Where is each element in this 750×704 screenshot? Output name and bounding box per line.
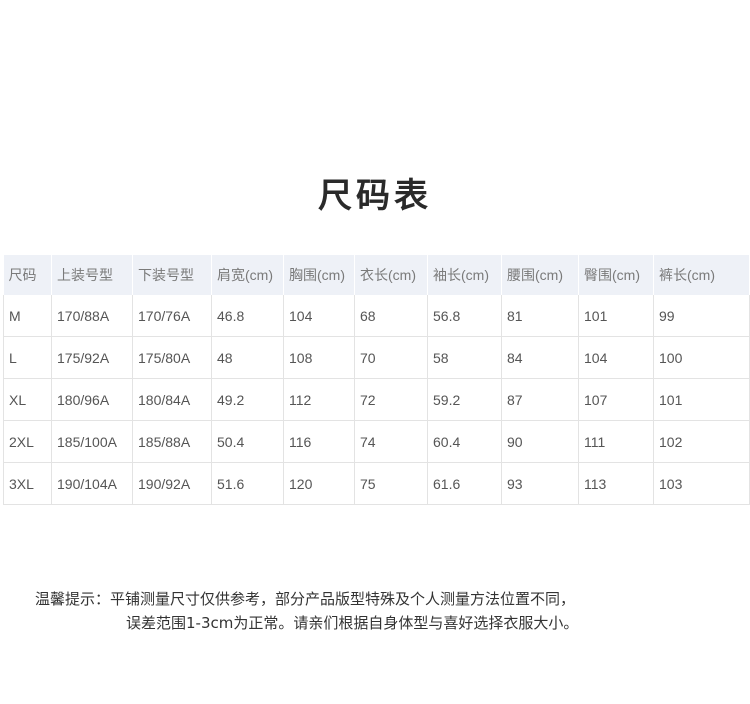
table-cell: 60.4: [427, 420, 502, 463]
table-cell: 101: [653, 378, 750, 421]
table-cell: 185/100A: [51, 420, 133, 463]
table-cell: 68: [354, 295, 428, 337]
header-top-size: 上装号型: [51, 255, 133, 295]
table-cell: 170/76A: [132, 295, 212, 337]
table-cell: 51.6: [211, 462, 284, 505]
table-cell: 90: [501, 420, 579, 463]
table-cell: 180/96A: [51, 378, 133, 421]
table-cell: 190/104A: [51, 462, 133, 505]
size-table: 尺码 上装号型 下装号型 肩宽(cm) 胸围(cm) 衣长(cm) 袖长(cm)…: [3, 255, 750, 505]
table-cell: 56.8: [427, 295, 502, 337]
table-cell: 104: [283, 295, 355, 337]
table-cell: 49.2: [211, 378, 284, 421]
table-cell: 102: [653, 420, 750, 463]
table-header-row: 尺码 上装号型 下装号型 肩宽(cm) 胸围(cm) 衣长(cm) 袖长(cm)…: [3, 255, 750, 295]
page-title: 尺码表: [318, 176, 432, 216]
table-cell: 108: [283, 336, 355, 379]
table-cell: 190/92A: [132, 462, 212, 505]
header-waist: 腰围(cm): [501, 255, 579, 295]
table-cell: 175/92A: [51, 336, 133, 379]
note-line-2: 误差范围1-3cm为正常。请亲们根据自身体型与喜好选择衣服大小。: [126, 614, 579, 632]
table-row: M 170/88A 170/76A 46.8 104 68 56.8 81 10…: [3, 295, 750, 337]
table-cell: 46.8: [211, 295, 284, 337]
table-cell: 113: [578, 462, 654, 505]
table-cell: 48: [211, 336, 284, 379]
table-cell: 180/84A: [132, 378, 212, 421]
table-cell: 72: [354, 378, 428, 421]
note-line-1: 温馨提示：平铺测量尺寸仅供参考，部分产品版型特殊及个人测量方法位置不同，: [35, 590, 576, 608]
table-row: L 175/92A 175/80A 48 108 70 58 84 104 10…: [3, 336, 750, 379]
header-size: 尺码: [3, 255, 52, 295]
table-cell: 170/88A: [51, 295, 133, 337]
header-bottom-size: 下装号型: [132, 255, 212, 295]
header-chest: 胸围(cm): [283, 255, 355, 295]
table-cell: 74: [354, 420, 428, 463]
table-cell: 58: [427, 336, 502, 379]
table-row: 2XL 185/100A 185/88A 50.4 116 74 60.4 90…: [3, 420, 750, 463]
header-length: 衣长(cm): [354, 255, 428, 295]
table-cell: 99: [653, 295, 750, 337]
table-cell: XL: [3, 378, 52, 421]
table-cell: 93: [501, 462, 579, 505]
table-cell: 185/88A: [132, 420, 212, 463]
table-cell: 61.6: [427, 462, 502, 505]
table-cell: 100: [653, 336, 750, 379]
table-cell: 116: [283, 420, 355, 463]
table-cell: 70: [354, 336, 428, 379]
header-hip: 臀围(cm): [578, 255, 654, 295]
table-cell: 120: [283, 462, 355, 505]
table-cell: 3XL: [3, 462, 52, 505]
table-cell: 111: [578, 420, 654, 463]
table-cell: 101: [578, 295, 654, 337]
table-cell: 59.2: [427, 378, 502, 421]
table-row: 3XL 190/104A 190/92A 51.6 120 75 61.6 93…: [3, 462, 750, 505]
table-cell: 81: [501, 295, 579, 337]
header-shoulder: 肩宽(cm): [211, 255, 284, 295]
header-pants-length: 裤长(cm): [653, 255, 750, 295]
table-cell: 87: [501, 378, 579, 421]
table-cell: 107: [578, 378, 654, 421]
measurement-note: 温馨提示：平铺测量尺寸仅供参考，部分产品版型特殊及个人测量方法位置不同， 误差范…: [35, 587, 735, 635]
table-row: XL 180/96A 180/84A 49.2 112 72 59.2 87 1…: [3, 378, 750, 421]
table-cell: L: [3, 336, 52, 379]
table-cell: 2XL: [3, 420, 52, 463]
table-cell: 104: [578, 336, 654, 379]
table-cell: 50.4: [211, 420, 284, 463]
header-sleeve: 袖长(cm): [427, 255, 502, 295]
table-cell: 75: [354, 462, 428, 505]
table-cell: M: [3, 295, 52, 337]
table-cell: 175/80A: [132, 336, 212, 379]
table-cell: 84: [501, 336, 579, 379]
table-cell: 103: [653, 462, 750, 505]
table-cell: 112: [283, 378, 355, 421]
